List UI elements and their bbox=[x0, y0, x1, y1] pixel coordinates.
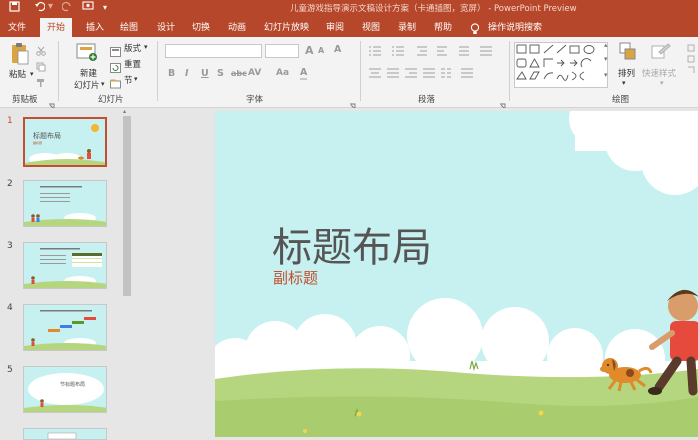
paste-button[interactable]: 粘贴 bbox=[9, 68, 26, 80]
slide-subtitle[interactable]: 副标题 bbox=[273, 267, 318, 288]
font-group-label: 字体 bbox=[246, 95, 264, 105]
redo-icon[interactable] bbox=[61, 1, 73, 15]
slide-number: 1 bbox=[7, 116, 13, 126]
new-slide-label[interactable]: 新建 bbox=[80, 67, 97, 79]
slide-editing-area: 标题布局 副标题 bbox=[135, 108, 698, 437]
save-icon[interactable] bbox=[9, 1, 20, 15]
paragraph-list-icons[interactable] bbox=[367, 45, 502, 93]
tab-view[interactable]: 视图 bbox=[362, 20, 380, 33]
slide-thumbnail-art bbox=[24, 181, 106, 226]
clipboard-group-label: 剪贴板 bbox=[12, 95, 38, 105]
tab-help[interactable]: 帮助 bbox=[434, 20, 452, 33]
tab-animations[interactable]: 动画 bbox=[228, 20, 246, 33]
font-name-combo[interactable] bbox=[165, 44, 262, 58]
clear-formatting-button[interactable]: A bbox=[334, 44, 341, 55]
layout-dropdown-icon[interactable]: ▾ bbox=[144, 43, 148, 51]
underline-button[interactable]: U bbox=[201, 68, 209, 79]
slide-number: 4 bbox=[7, 303, 13, 313]
format-painter-icon[interactable] bbox=[36, 73, 46, 92]
slide-thumbnail-art bbox=[24, 429, 106, 439]
change-case-button[interactable]: Aa bbox=[276, 68, 289, 78]
slide-thumbnail-art bbox=[24, 305, 106, 350]
scrollbar-thumb[interactable] bbox=[123, 116, 131, 296]
new-slide-dropdown-icon[interactable]: ▾ bbox=[101, 80, 105, 88]
strikethrough-button[interactable]: abc bbox=[231, 69, 247, 78]
slide-thumbnail-2[interactable] bbox=[23, 180, 107, 227]
layout-button[interactable]: 版式 bbox=[124, 42, 141, 54]
thumbnail-scrollbar[interactable]: ▴ bbox=[122, 108, 132, 437]
quick-styles-button[interactable]: 快速样式 bbox=[642, 67, 676, 79]
tell-me-search[interactable]: 操作说明搜索 bbox=[488, 20, 542, 33]
italic-button[interactable]: I bbox=[185, 68, 189, 79]
window-title: 儿童游戏指导演示文稿设计方案（卡通插图，宽屏） - PowerPoint Pre… bbox=[290, 4, 577, 14]
slide-thumbnail-5[interactable]: 节标题布局 bbox=[23, 366, 107, 413]
tab-design[interactable]: 设计 bbox=[157, 20, 175, 33]
tab-slideshow[interactable]: 幻灯片放映 bbox=[264, 20, 309, 33]
section-dropdown-icon[interactable]: ▾ bbox=[134, 75, 138, 83]
tab-review[interactable]: 审阅 bbox=[326, 20, 344, 33]
group-separator bbox=[157, 41, 158, 101]
slide-title[interactable]: 标题布局 bbox=[272, 215, 432, 273]
slide-number: 5 bbox=[7, 365, 13, 375]
thumbnail-title: 节标题布局 bbox=[60, 382, 86, 388]
slide-thumbnails-pane: 1 标题布局 副标题 2 3 4 5 节标题布局 bbox=[0, 108, 134, 440]
tab-file[interactable]: 文件 bbox=[8, 20, 26, 33]
new-slide-icon[interactable] bbox=[76, 42, 98, 66]
shapes-more-icon[interactable]: ▾ bbox=[604, 71, 608, 79]
scroll-up-icon[interactable]: ▴ bbox=[123, 108, 126, 115]
shapes-gallery[interactable] bbox=[514, 42, 608, 92]
slide-thumbnail-4[interactable] bbox=[23, 304, 107, 351]
grow-font-button[interactable]: A bbox=[305, 44, 314, 57]
shadow-button[interactable]: S bbox=[217, 68, 224, 79]
tab-record[interactable]: 录制 bbox=[398, 20, 416, 33]
present-from-start-icon[interactable] bbox=[82, 1, 94, 15]
group-separator bbox=[509, 41, 510, 101]
arrange-icon[interactable] bbox=[619, 42, 637, 66]
shapes-scroll-down-icon[interactable]: ▾ bbox=[604, 55, 608, 63]
reset-button[interactable]: 重置 bbox=[124, 58, 141, 70]
slide-thumbnail-art bbox=[24, 243, 106, 288]
tab-insert[interactable]: 插入 bbox=[86, 20, 104, 33]
arrange-dropdown-icon[interactable]: ▾ bbox=[622, 79, 626, 87]
slide-thumbnail-6[interactable] bbox=[23, 428, 107, 440]
shrink-font-button[interactable]: A bbox=[318, 46, 324, 55]
character-spacing-button[interactable]: AV bbox=[248, 68, 261, 78]
group-separator bbox=[360, 41, 361, 101]
section-icon[interactable] bbox=[110, 74, 121, 93]
font-size-combo[interactable] bbox=[265, 44, 299, 58]
paste-dropdown-icon[interactable]: ▾ bbox=[30, 70, 34, 78]
current-slide[interactable]: 标题布局 副标题 bbox=[215, 111, 698, 437]
slide-thumbnail-art bbox=[24, 367, 106, 412]
ribbon-tabs: 文件 开始 插入 绘图 设计 切换 动画 幻灯片放映 审阅 视图 录制 帮助 操… bbox=[0, 16, 698, 37]
font-color-button[interactable]: A bbox=[300, 67, 308, 80]
paragraph-group-label: 段落 bbox=[418, 95, 436, 105]
undo-icon[interactable] bbox=[34, 1, 46, 15]
arrange-button[interactable]: 排列 bbox=[618, 67, 635, 79]
slide-number: 3 bbox=[7, 241, 13, 251]
paste-icon[interactable] bbox=[10, 42, 30, 70]
shapes-scroll-up-icon[interactable]: ▴ bbox=[604, 41, 608, 49]
quick-styles-icon[interactable] bbox=[651, 42, 671, 68]
drawing-group-label: 绘图 bbox=[612, 95, 630, 105]
customize-qat-icon[interactable]: ▾ bbox=[103, 3, 107, 12]
group-separator bbox=[58, 41, 59, 101]
slide-number: 2 bbox=[7, 179, 13, 189]
slide-thumbnail-1[interactable]: 标题布局 副标题 bbox=[23, 117, 107, 167]
section-button[interactable]: 节 bbox=[124, 74, 133, 86]
tab-draw[interactable]: 绘图 bbox=[120, 20, 138, 33]
tab-home[interactable]: 开始 bbox=[40, 18, 73, 37]
shape-fill-icon[interactable] bbox=[686, 43, 696, 77]
thumbnail-title: 标题布局 bbox=[33, 132, 61, 140]
tab-transitions[interactable]: 切换 bbox=[192, 20, 210, 33]
new-slide-label-2[interactable]: 幻灯片 bbox=[74, 79, 100, 91]
undo-dropdown-icon[interactable]: ▾ bbox=[48, 1, 53, 12]
bold-button[interactable]: B bbox=[168, 68, 175, 79]
slides-group-label: 幻灯片 bbox=[98, 95, 124, 105]
title-bar: ▾ ▾ 儿童游戏指导演示文稿设计方案（卡通插图，宽屏） - PowerPoint… bbox=[0, 0, 698, 16]
thumbnail-subtitle: 副标题 bbox=[33, 141, 43, 145]
slide-thumbnail-3[interactable] bbox=[23, 242, 107, 289]
ribbon-home: 粘贴 ▾ 剪贴板 新建 幻灯片 ▾ 版式 ▾ 重置 节 ▾ 幻灯片 A A A … bbox=[0, 37, 698, 110]
quick-styles-dropdown-icon[interactable]: ▾ bbox=[660, 79, 664, 87]
